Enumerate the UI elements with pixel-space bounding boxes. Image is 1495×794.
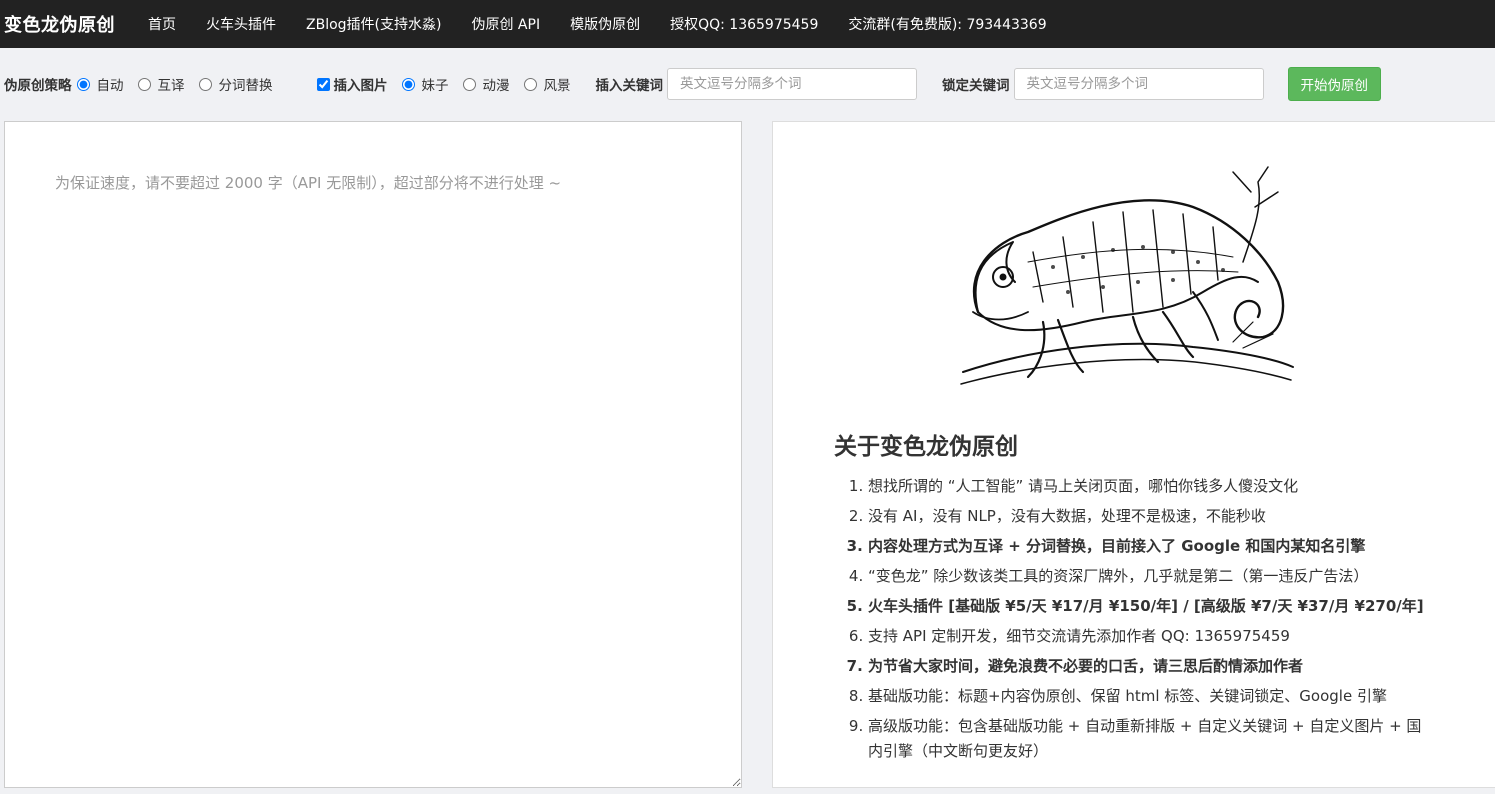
start-rewrite-button[interactable]: 开始伪原创 — [1287, 67, 1381, 101]
lock-keywords-label: 锁定关键词 — [942, 78, 1010, 94]
strategy-label: 伪原创策略 — [4, 78, 72, 94]
nav-link-locomotive-plugin[interactable]: 火车头插件 — [206, 14, 276, 34]
insert-keywords-label: 插入关键词 — [595, 78, 664, 94]
about-list-item: 没有 AI，没有 NLP，没有大数据，处理不是极速，不能秒收 — [868, 504, 1428, 529]
insert-keywords-input[interactable] — [667, 68, 917, 100]
about-list-item: 火车头插件 [基础版 ¥5/天 ¥17/月 ¥150/年] / [高级版 ¥7/… — [868, 594, 1428, 619]
about-list-item: 为节省大家时间，避免浪费不必要的口舌，请三思后酌情添加作者 — [868, 654, 1428, 679]
source-text-panel — [4, 121, 742, 788]
nav-link-zblog-plugin[interactable]: ZBlog插件(支持水淼) — [306, 14, 441, 34]
strategy-auto-label: 自动 — [96, 78, 124, 94]
about-list-item: 高级版功能：包含基础版功能 + 自动重新排版 + 自定义关键词 + 自定义图片 … — [868, 714, 1428, 764]
strategy-translate-radio[interactable] — [137, 77, 151, 91]
lock-keywords-input[interactable] — [1013, 68, 1264, 100]
insert-image-option[interactable]: 插入图片 — [316, 74, 388, 94]
about-list-item: 基础版功能：标题+内容伪原创、保留 html 标签、关键词锁定、Google 引… — [868, 684, 1428, 709]
about-list-item: 支持 API 定制开发，细节交流请先添加作者 QQ: 1365975459 — [868, 624, 1428, 649]
strategy-segment-label: 分词替换 — [218, 78, 273, 94]
about-list-item: “变色龙” 除少数该类工具的资深厂牌外，几乎就是第二（第一违反广告法） — [868, 564, 1428, 589]
image-scenery-option[interactable]: 风景 — [523, 74, 571, 94]
strategy-translate-label: 互译 — [157, 78, 185, 94]
about-title: 关于变色龙伪原创 — [834, 434, 1018, 460]
nav-link-api[interactable]: 伪原创 API — [471, 14, 540, 34]
strategy-auto-option[interactable]: 自动 — [76, 74, 124, 94]
insert-image-checkbox[interactable] — [316, 77, 330, 91]
nav-link-group[interactable]: 交流群(有免费版): 793443369 — [848, 14, 1046, 34]
brand-logo-link[interactable]: 变色龙伪原创 — [4, 11, 115, 37]
image-anime-option[interactable]: 动漫 — [462, 74, 510, 94]
nav-link-template[interactable]: 模版伪原创 — [570, 14, 640, 34]
strategy-segment-option[interactable]: 分词替换 — [198, 74, 273, 94]
image-anime-radio[interactable] — [462, 77, 476, 91]
image-anime-label: 动漫 — [482, 78, 510, 94]
result-panel: 关于变色龙伪原创 想找所谓的 “人工智能” 请马上关闭页面，哪怕你钱多人傻没文化… — [772, 121, 1495, 788]
insert-image-label: 插入图片 — [333, 78, 388, 94]
image-scenery-label: 风景 — [543, 78, 571, 94]
about-list: 想找所谓的 “人工智能” 请马上关闭页面，哪怕你钱多人傻没文化没有 AI，没有 … — [868, 474, 1428, 769]
strategy-segment-radio[interactable] — [198, 77, 212, 91]
image-scenery-radio[interactable] — [523, 77, 537, 91]
strategy-translate-option[interactable]: 互译 — [137, 74, 185, 94]
nav-link-home[interactable]: 首页 — [148, 14, 176, 34]
nav-link-auth-qq[interactable]: 授权QQ: 1365975459 — [670, 14, 818, 34]
chameleon-illustration — [960, 166, 1294, 385]
source-text-editor[interactable] — [5, 122, 741, 787]
top-navbar: 变色龙伪原创 首页 火车头插件 ZBlog插件(支持水淼) 伪原创 API 模版… — [0, 0, 1495, 48]
about-list-item: 想找所谓的 “人工智能” 请马上关闭页面，哪怕你钱多人傻没文化 — [868, 474, 1428, 499]
strategy-auto-radio[interactable] — [76, 77, 90, 91]
image-girl-radio[interactable] — [401, 77, 415, 91]
image-girl-label: 妹子 — [421, 78, 449, 94]
about-list-item: 内容处理方式为互译 + 分词替换，目前接入了 Google 和国内某知名引擎 — [868, 534, 1428, 559]
options-toolbar: 伪原创策略 自动 互译 分词替换 插入图片 妹子 动漫 风景 插入关键词 锁定关… — [0, 62, 1495, 106]
image-girl-option[interactable]: 妹子 — [401, 74, 449, 94]
